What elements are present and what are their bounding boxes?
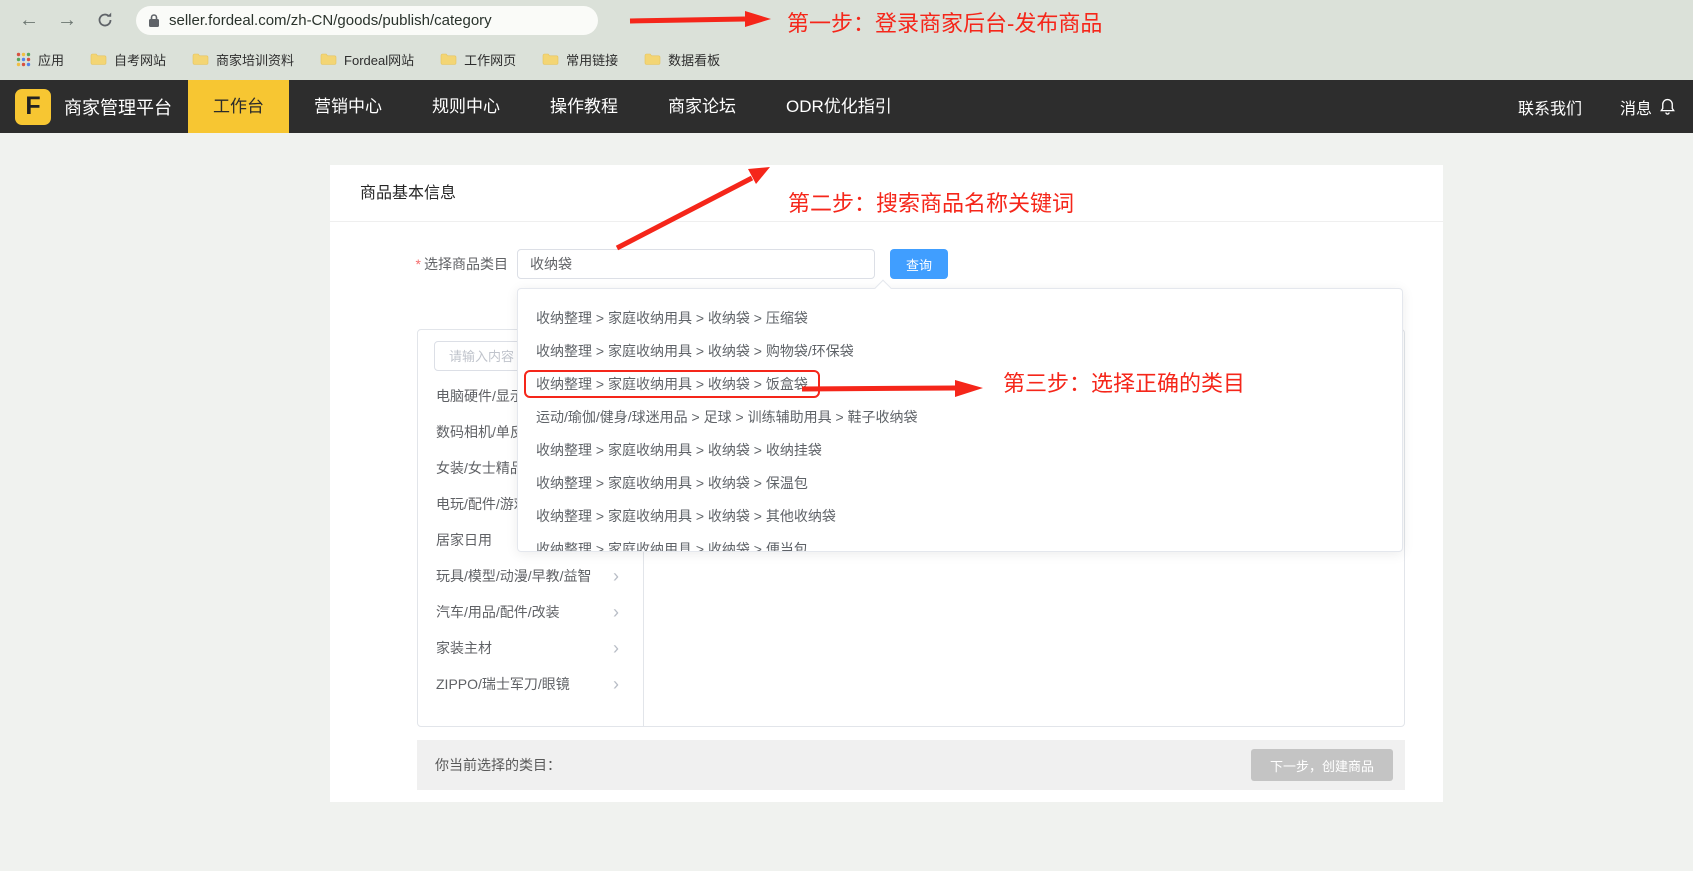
suggestion-text: 收纳整理 > 家庭收纳用具 > 收纳袋 > 便当包 <box>524 535 820 553</box>
bookmark-label: 自考网站 <box>114 50 166 69</box>
nav-tab[interactable]: 操作教程 <box>525 80 643 133</box>
apps-grid-icon <box>16 52 31 67</box>
bookmark-label: 常用链接 <box>566 50 618 69</box>
category-form-label: *选择商品类目 <box>393 249 508 279</box>
selected-category-bar: 你当前选择的类目： 下一步，创建商品 <box>417 740 1405 790</box>
forward-icon[interactable]: → <box>54 7 80 33</box>
bell-icon <box>1658 97 1677 116</box>
folder-icon <box>192 52 209 66</box>
query-button[interactable]: 查询 <box>890 249 948 279</box>
suggestion-text: 收纳整理 > 家庭收纳用具 > 收纳袋 > 其他收纳袋 <box>524 502 848 530</box>
contact-us-link[interactable]: 联系我们 <box>1518 95 1582 119</box>
category-suggestion-item[interactable]: 收纳整理 > 家庭收纳用具 > 收纳袋 > 其他收纳袋 <box>518 499 1402 532</box>
nav-tab[interactable]: ODR优化指引 <box>761 80 917 133</box>
suggestion-text: 收纳整理 > 家庭收纳用具 > 收纳袋 > 饭盒袋 <box>524 370 820 398</box>
folder-icon <box>542 52 559 66</box>
chevron-right-icon: › <box>613 675 619 693</box>
suggestion-text: 收纳整理 > 家庭收纳用具 > 收纳袋 > 压缩袋 <box>524 304 820 332</box>
category-suggestion-item[interactable]: 收纳整理 > 家庭收纳用具 > 收纳袋 > 保温包 <box>518 466 1402 499</box>
suggestion-text: 收纳整理 > 家庭收纳用具 > 收纳袋 > 保温包 <box>524 469 820 497</box>
bookmarks-bar: 应用 自考网站 <box>0 40 1693 78</box>
chevron-right-icon: › <box>613 603 619 621</box>
nav-tab[interactable]: 营销中心 <box>289 80 407 133</box>
brand-title: 商家管理平台 <box>64 94 172 120</box>
category-item-label: 居家日用 <box>436 530 492 550</box>
lock-icon <box>148 13 160 28</box>
folder-icon <box>644 52 661 66</box>
category-item-label: ZIPPO/瑞士军刀/眼镜 <box>436 674 570 694</box>
bookmark-folder[interactable]: 商家培训资料 <box>192 50 294 69</box>
category-suggestion-item[interactable]: 收纳整理 > 家庭收纳用具 > 收纳袋 > 便当包 <box>518 532 1402 552</box>
chevron-right-icon: › <box>613 567 619 585</box>
category-keyword-input[interactable] <box>517 249 875 279</box>
suggestion-text: 收纳整理 > 家庭收纳用具 > 收纳袋 > 购物袋/环保袋 <box>524 337 866 365</box>
messages-label: 消息 <box>1620 95 1652 119</box>
address-bar[interactable]: seller.fordeal.com/zh-CN/goods/publish/c… <box>136 6 598 35</box>
category-list-item[interactable]: 家装主材 › <box>418 630 643 666</box>
category-list-item[interactable]: 汽车/用品/配件/改装 › <box>418 594 643 630</box>
category-suggestion-item[interactable]: 运动/瑜伽/健身/球迷用品 > 足球 > 训练辅助用具 > 鞋子收纳袋 <box>518 400 1402 433</box>
annotation-step1: 第一步：登录商家后台-发布商品 <box>787 6 1102 38</box>
category-list-item[interactable]: 玩具/模型/动漫/早教/益智 › <box>418 558 643 594</box>
bookmark-folder[interactable]: Fordeal网站 <box>320 50 414 69</box>
bookmark-label: 商家培训资料 <box>216 50 294 69</box>
category-suggestion-item[interactable]: 收纳整理 > 家庭收纳用具 > 收纳袋 > 压缩袋 <box>518 301 1402 334</box>
annotation-step2: 第二步：搜索商品名称关键词 <box>788 186 1074 218</box>
messages-link[interactable]: 消息 <box>1620 95 1677 119</box>
suggestion-text: 收纳整理 > 家庭收纳用具 > 收纳袋 > 收纳挂袋 <box>524 436 834 464</box>
bookmark-folder[interactable]: 工作网页 <box>440 50 516 69</box>
publish-card: 商品基本信息 *选择商品类目 查询 电脑硬件/显示器 › 数码相机/单反相 › <box>330 165 1443 802</box>
category-item-label: 汽车/用品/配件/改装 <box>436 602 560 622</box>
navbar-right: 联系我们 消息 <box>1518 95 1693 119</box>
selected-category-label: 你当前选择的类目： <box>435 755 561 775</box>
bookmark-apps[interactable]: 应用 <box>16 50 64 69</box>
bookmark-label: Fordeal网站 <box>344 50 414 69</box>
folder-icon <box>90 52 107 66</box>
nav-tab[interactable]: 商家论坛 <box>643 80 761 133</box>
next-step-button[interactable]: 下一步，创建商品 <box>1251 749 1393 781</box>
category-suggestion-item[interactable]: 收纳整理 > 家庭收纳用具 > 收纳袋 > 购物袋/环保袋 <box>518 334 1402 367</box>
category-item-label: 玩具/模型/动漫/早教/益智 <box>436 566 592 586</box>
bookmark-folder[interactable]: 自考网站 <box>90 50 166 69</box>
fordeal-logo[interactable]: F <box>15 89 51 125</box>
category-item-label: 女装/女士精品 <box>436 458 524 478</box>
bookmark-folder[interactable]: 常用链接 <box>542 50 618 69</box>
nav-tab[interactable]: 规则中心 <box>407 80 525 133</box>
category-suggestion-item[interactable]: 收纳整理 > 家庭收纳用具 > 收纳袋 > 饭盒袋 <box>518 367 1402 400</box>
suggestion-text: 运动/瑜伽/健身/球迷用品 > 足球 > 训练辅助用具 > 鞋子收纳袋 <box>524 403 930 431</box>
category-list-item[interactable]: ZIPPO/瑞士军刀/眼镜 › <box>418 666 643 702</box>
bookmark-label: 工作网页 <box>464 50 516 69</box>
refresh-icon[interactable] <box>92 7 118 33</box>
nav-tab[interactable]: 工作台 <box>188 80 289 133</box>
bookmark-label: 数据看板 <box>668 50 720 69</box>
top-navbar: F 商家管理平台 工作台 营销中心 规则中心 操作教程 商家论坛 ODR优化指引… <box>0 80 1693 133</box>
chevron-right-icon: › <box>613 639 619 657</box>
category-suggestion-item[interactable]: 收纳整理 > 家庭收纳用具 > 收纳袋 > 收纳挂袋 <box>518 433 1402 466</box>
bookmark-folder-list: 自考网站 商家培训资料 <box>90 50 720 69</box>
back-icon[interactable]: ← <box>16 7 42 33</box>
annotation-step3: 第三步：选择正确的类目 <box>1003 366 1245 398</box>
url-text: seller.fordeal.com/zh-CN/goods/publish/c… <box>169 12 492 29</box>
bookmark-folder[interactable]: 数据看板 <box>644 50 720 69</box>
nav-tabs: 工作台 营销中心 规则中心 操作教程 商家论坛 ODR优化指引 <box>188 80 917 133</box>
category-suggestion-dropdown: 收纳整理 > 家庭收纳用具 > 收纳袋 > 压缩袋 收纳整理 > 家庭收纳用具 … <box>517 288 1403 552</box>
required-asterisk: * <box>416 256 421 272</box>
bookmark-label: 应用 <box>38 50 64 69</box>
folder-icon <box>320 52 337 66</box>
category-item-label: 家装主材 <box>436 638 492 658</box>
folder-icon <box>440 52 457 66</box>
